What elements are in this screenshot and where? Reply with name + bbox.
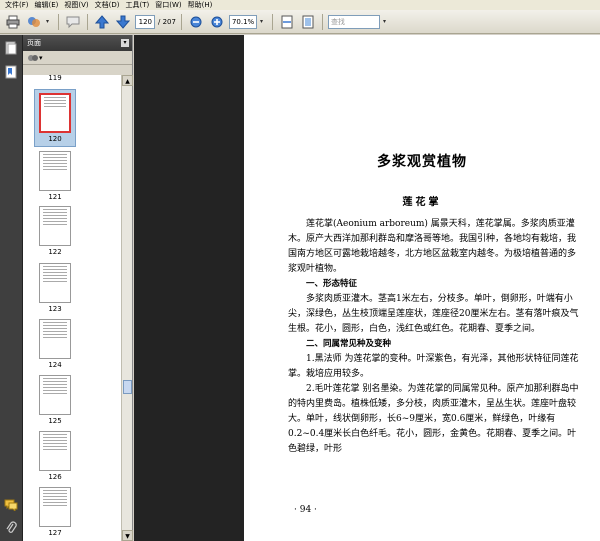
toolbar-separator	[180, 13, 182, 30]
panel-title: 页面	[27, 39, 41, 47]
thumbnail-label: 122	[48, 248, 62, 256]
toolbar-separator	[321, 13, 323, 30]
thumbnail-page-124[interactable]	[39, 319, 71, 359]
panel-header: 页面 ▾	[23, 35, 132, 51]
fit-width-button[interactable]	[278, 13, 296, 31]
options-dropdown-icon: ▾	[39, 53, 43, 62]
thumbnail-page-122[interactable]	[39, 206, 71, 246]
collaborate-dropdown-icon[interactable]: ▾	[46, 18, 53, 25]
collaborate-button[interactable]	[25, 13, 43, 31]
zoom-in-button[interactable]	[208, 13, 226, 31]
toolbar: ▾ 120 / 207 70.1% ▾ 查找 ▾	[0, 10, 600, 34]
thumbnail-page-127[interactable]	[39, 487, 71, 527]
toolbar-separator	[58, 13, 59, 30]
thumbnail-label: 119	[48, 75, 62, 82]
navigation-icon-strip	[0, 35, 23, 541]
print-icon	[6, 15, 20, 28]
toolbar-separator	[87, 13, 88, 30]
menu-edit[interactable]: 编辑(E)	[32, 0, 62, 10]
menu-document[interactable]: 文档(D)	[92, 0, 123, 10]
menu-window[interactable]: 窗口(W)	[152, 0, 184, 10]
page-number-footer: · 94 ·	[294, 505, 317, 515]
page-number-input[interactable]: 120	[135, 14, 155, 29]
document-margin	[134, 35, 244, 541]
search-input[interactable]: 查找	[327, 14, 380, 29]
document-page: 多浆观赏植物 莲花掌 莲花掌(Aeonium arboreum) 属景天科，莲花…	[244, 35, 600, 541]
page-body: 莲花掌(Aeonium arboreum) 属景天科，莲花掌属。多浆肉质亚灌木。…	[288, 217, 584, 457]
thumbnail-label: 126	[48, 473, 62, 481]
zoom-level-input[interactable]: 70.1%	[228, 14, 257, 29]
collaborate-icon	[28, 16, 40, 27]
menu-help[interactable]: 帮助(H)	[185, 0, 216, 10]
pages-panel: 页面 ▾ ▾ 119 120 121 122 123 124 125 126 1…	[23, 35, 133, 541]
thumbnail-label: 123	[48, 305, 62, 313]
arrow-down-icon	[116, 15, 130, 29]
zoom-out-icon	[190, 16, 202, 27]
scroll-down-icon[interactable]: ▼	[122, 530, 133, 541]
options-icon	[28, 54, 38, 61]
body-paragraph: 多浆肉质亚灌木。茎高1米左右，分枝多。单叶，倒卵形，叶端有小尖，深绿色，丛生枝顶…	[288, 294, 579, 334]
thumbnail-page-121[interactable]	[39, 151, 71, 191]
menu-view[interactable]: 视图(V)	[61, 0, 91, 10]
menu-file[interactable]: 文件(F)	[2, 0, 32, 10]
panel-options[interactable]: ▾	[23, 51, 132, 65]
comment-button[interactable]	[64, 13, 82, 31]
thumbnail-label: 121	[48, 193, 62, 201]
arrow-up-icon	[95, 14, 109, 28]
thumbnail-page-125[interactable]	[39, 375, 71, 415]
thumbnail-page-120[interactable]	[39, 93, 71, 133]
body-paragraph: 2.毛叶莲花掌 别名墨染。为莲花掌的同属常见种。原产加那利群岛中的特内里费岛。植…	[288, 384, 579, 454]
previous-page-button[interactable]	[93, 13, 111, 31]
comment-icon	[66, 16, 80, 28]
pages-icon[interactable]	[4, 41, 18, 55]
scroll-up-icon[interactable]: ▲	[122, 75, 133, 86]
search-dropdown-icon[interactable]: ▾	[383, 18, 390, 25]
section-heading: 一、形态特征	[306, 279, 358, 289]
body-paragraph: 莲花掌(Aeonium arboreum) 属景天科，莲花掌属。多浆肉质亚灌木。…	[288, 219, 577, 274]
menu-bar: 文件(F) 编辑(E) 视图(V) 文档(D) 工具(T) 窗口(W) 帮助(H…	[0, 0, 600, 10]
scrollbar-thumb[interactable]	[123, 380, 132, 394]
menu-tools[interactable]: 工具(T)	[123, 0, 153, 10]
toolbar-separator	[271, 13, 273, 30]
zoom-in-icon	[211, 16, 223, 27]
thumbnail-page-126[interactable]	[39, 431, 71, 471]
zoom-dropdown-icon[interactable]: ▾	[260, 18, 267, 25]
zoom-out-button[interactable]	[187, 13, 205, 31]
fit-width-icon	[281, 15, 293, 28]
bookmarks-icon[interactable]	[4, 65, 18, 79]
thumbnail-list: 119 120 121 122 123 124 125 126 127	[23, 75, 121, 541]
document-view: 多浆观赏植物 莲花掌 莲花掌(Aeonium arboreum) 属景天科，莲花…	[134, 35, 600, 541]
comments-icon[interactable]	[4, 498, 18, 512]
section-heading: 二、同属常见种及变种	[306, 339, 392, 349]
fit-page-button[interactable]	[299, 13, 317, 31]
thumbnail-page-123[interactable]	[39, 263, 71, 303]
print-button[interactable]	[4, 13, 22, 31]
page-total-label: / 207	[158, 17, 176, 26]
thumbnail-label: 125	[48, 417, 62, 425]
thumbnail-label: 120	[48, 135, 62, 143]
pdf-reader-window: 文件(F) 编辑(E) 视图(V) 文档(D) 工具(T) 窗口(W) 帮助(H…	[0, 0, 600, 541]
thumbnail-scrollbar[interactable]: ▲ ▼	[121, 75, 133, 541]
thumbnail-label: 124	[48, 361, 62, 369]
page-title: 多浆观赏植物	[377, 154, 467, 170]
body-paragraph: 1.黑法师 为莲花掌的变种。叶深紫色，有光泽，其他形状特征同莲花掌。栽培应用较多…	[288, 354, 579, 379]
page-subtitle: 莲花掌	[402, 197, 442, 208]
thumbnail-label: 127	[48, 529, 62, 537]
panel-close-icon[interactable]: ▾	[121, 39, 129, 47]
attachments-icon[interactable]	[4, 521, 18, 535]
fit-page-icon	[302, 15, 314, 28]
next-page-button[interactable]	[114, 13, 132, 31]
